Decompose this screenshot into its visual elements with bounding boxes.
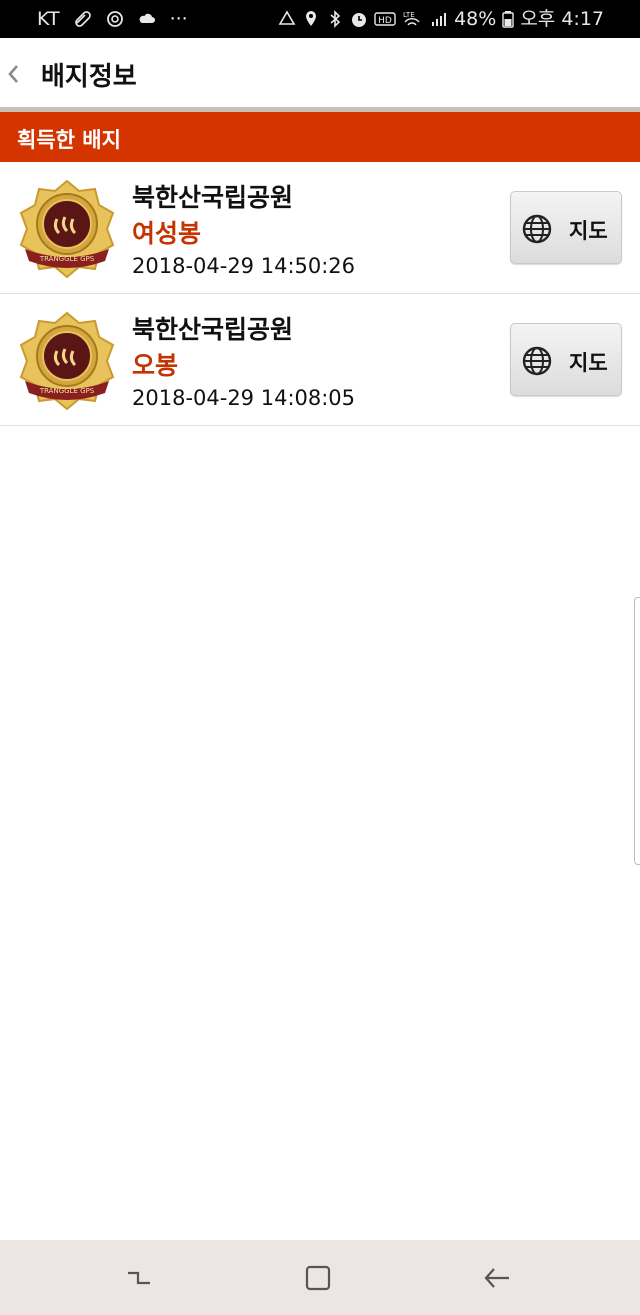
clock-icon [352, 13, 367, 27]
scroll-indicator[interactable] [634, 597, 640, 865]
svg-text:LTE: LTE [403, 11, 415, 19]
more-dots: ··· [169, 8, 188, 30]
hd-icon: HD [374, 12, 396, 26]
section-title: 획득한 배지 [17, 128, 121, 152]
map-button[interactable]: 지도 [510, 191, 622, 264]
signal-icon [432, 13, 447, 26]
acquired-date: 2018-04-29 14:08:05 [132, 386, 356, 410]
section-header: 획득한 배지 [0, 112, 640, 162]
clock-time: 오후 4:17 [520, 8, 604, 30]
badge-text: TRANGGLE GPS [39, 387, 95, 395]
key-icon [74, 11, 91, 27]
badge-text: TRANGGLE GPS [39, 255, 95, 263]
home-icon[interactable] [303, 1263, 333, 1293]
recents-icon[interactable] [124, 1263, 154, 1293]
acquired-date: 2018-04-29 14:50:26 [132, 254, 356, 278]
badge-icon: TRANGGLE GPS [19, 179, 115, 279]
lte-wifi-icon: LTE [403, 11, 420, 26]
battery-icon [502, 11, 515, 28]
alarm-icon [106, 11, 123, 27]
park-name: 북한산국립공원 [132, 183, 294, 212]
peak-name: 여성봉 [132, 219, 202, 248]
cloud-icon [139, 13, 155, 23]
list-item[interactable]: TRANGGLE GPS 북한산국립공원 오봉 2018-04-29 14:08… [0, 294, 640, 426]
peak-name: 오봉 [132, 351, 179, 380]
globe-icon [522, 214, 552, 244]
list-item[interactable]: TRANGGLE GPS 북한산국립공원 여성봉 2018-04-29 14:5… [0, 162, 640, 294]
svg-text:HD: HD [378, 16, 392, 26]
park-name: 북한산국립공원 [132, 315, 294, 344]
map-button-label: 지도 [569, 351, 608, 375]
navigation-bar [0, 1240, 640, 1315]
status-bar: KT ··· HD LTE 48% 오후 4:17 [0, 0, 640, 38]
page-title: 배지정보 [41, 62, 137, 92]
badge-icon: TRANGGLE GPS [19, 311, 115, 411]
map-button[interactable]: 지도 [510, 323, 622, 396]
map-button-label: 지도 [569, 219, 608, 243]
back-icon[interactable] [482, 1263, 512, 1293]
location-icon [306, 11, 317, 26]
back-button[interactable] [5, 60, 25, 90]
vibrate-icon [278, 10, 296, 25]
chevron-left-icon [8, 65, 18, 83]
carrier-label: KT [37, 8, 60, 30]
globe-icon [522, 346, 552, 376]
bluetooth-icon [330, 10, 341, 28]
badge-list: TRANGGLE GPS 북한산국립공원 여성봉 2018-04-29 14:5… [0, 162, 640, 426]
battery-percent: 48% [454, 8, 497, 30]
